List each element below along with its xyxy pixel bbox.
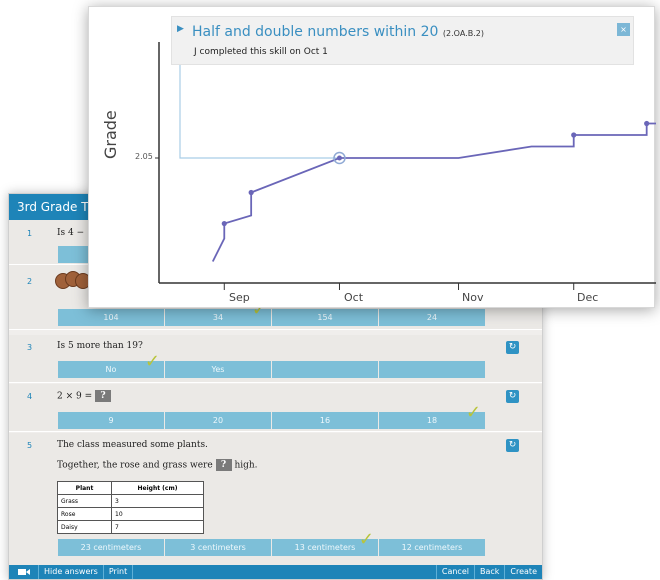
- question-text-part: 2 × 9 =: [57, 391, 95, 402]
- question-number: 1: [27, 229, 33, 238]
- question-text-line2: Together, the rose and grass were ? high…: [57, 459, 258, 471]
- answer-label: 154: [317, 313, 333, 322]
- question-text: The class measured some plants.: [57, 440, 208, 450]
- answer-button[interactable]: 16: [272, 412, 378, 429]
- answer-label: No: [105, 365, 117, 374]
- table-row: Grass 3: [57, 494, 204, 508]
- y-axis-title: Grade: [101, 110, 120, 159]
- answer-label: 20: [212, 416, 224, 425]
- answer-label: Yes: [211, 365, 225, 374]
- answer-button[interactable]: 12 centimeters: [379, 539, 485, 556]
- data-point: [248, 189, 254, 196]
- answer-button[interactable]: 20: [165, 412, 271, 429]
- answer-row: No ✓ Yes: [58, 353, 485, 378]
- answer-button[interactable]: 154: [272, 309, 378, 326]
- question-number: 5: [27, 441, 33, 450]
- print-button[interactable]: Print: [104, 565, 134, 579]
- checkmark-icon: ✓: [144, 351, 160, 372]
- skill-title: Half and double numbers within 20 (2.OA.…: [192, 24, 484, 40]
- question-row: 4 2 × 9 = ? ↻ 9 20 16 18 ✓: [9, 384, 542, 432]
- x-tick-label: Sep: [229, 291, 250, 304]
- answer-row: 9 20 16 18 ✓: [58, 404, 485, 429]
- answer-label: 16: [319, 416, 331, 425]
- data-point: [221, 220, 227, 227]
- question-row: 3 Is 5 more than 19? ↻ No ✓ Yes: [9, 335, 542, 383]
- answer-label: 12 centimeters: [401, 543, 463, 552]
- answer-label: 104: [103, 313, 119, 322]
- question-text: 2 × 9 = ?: [57, 390, 111, 402]
- table-header-row: Plant Height (cm): [57, 481, 204, 495]
- hide-answers-button[interactable]: Hide answers: [39, 565, 104, 579]
- table-cell: Daisy: [57, 520, 112, 534]
- answer-label: 18: [426, 416, 438, 425]
- highlighted-point: [336, 155, 342, 161]
- table-row: Daisy 7: [57, 520, 204, 534]
- x-tick-label: Dec: [577, 291, 599, 304]
- blank-box: ?: [215, 459, 232, 471]
- answer-button[interactable]: 9: [58, 412, 164, 429]
- answer-button[interactable]: Yes: [165, 361, 271, 378]
- answer-button[interactable]: No ✓: [58, 353, 164, 378]
- answer-row: 104 34 ✓ 154 24: [58, 301, 485, 326]
- data-point: [571, 132, 577, 138]
- question-text-part: Together, the rose and grass were: [57, 460, 213, 471]
- cancel-button[interactable]: Cancel: [435, 565, 474, 579]
- answer-label: 9: [108, 416, 114, 425]
- create-button[interactable]: Create: [504, 565, 542, 579]
- skill-completed-text: J completed this skill on Oct 1: [194, 47, 328, 57]
- blank-box: ?: [94, 390, 111, 402]
- answer-button[interactable]: 34 ✓: [165, 301, 271, 326]
- answer-label: 34: [212, 313, 224, 322]
- answer-button[interactable]: 18 ✓: [379, 404, 485, 429]
- answer-row: 23 centimeters 3 centimeters 13 centimet…: [58, 531, 485, 556]
- question-text: Is 5 more than 19?: [57, 341, 143, 351]
- worksheet-footer: Hide answers Print Cancel Back Create: [9, 565, 542, 579]
- question-row: 5 The class measured some plants. Togeth…: [9, 433, 542, 567]
- answer-label: 3 centimeters: [190, 543, 246, 552]
- table-cell: 3: [111, 494, 204, 508]
- answer-button[interactable]: [272, 361, 378, 378]
- data-point: [644, 120, 650, 127]
- question-number: 4: [27, 392, 33, 401]
- plant-height-table: Plant Height (cm) Grass 3 Rose 10 Daisy …: [57, 481, 204, 534]
- answer-button[interactable]: 104: [58, 309, 164, 326]
- checkmark-icon: ✓: [465, 402, 481, 423]
- refresh-icon[interactable]: ↻: [506, 439, 519, 452]
- question-number: 2: [27, 277, 33, 286]
- back-button[interactable]: Back: [473, 565, 504, 579]
- table-row: Rose 10: [57, 507, 204, 521]
- x-tick-label: Nov: [462, 291, 484, 304]
- table-cell: Grass: [57, 494, 112, 508]
- answer-button[interactable]: 3 centimeters: [165, 539, 271, 556]
- grade-line: [211, 122, 656, 262]
- x-tick-label: Oct: [344, 291, 364, 304]
- refresh-icon[interactable]: ↻: [506, 390, 519, 403]
- skill-code: (2.OA.B.2): [442, 29, 484, 38]
- y-tick-label: 2.05: [135, 152, 153, 161]
- table-cell: Rose: [57, 507, 112, 521]
- question-text-part: high.: [234, 460, 258, 471]
- answer-button[interactable]: 24: [379, 309, 485, 326]
- answer-button[interactable]: 23 centimeters: [58, 539, 164, 556]
- answer-button[interactable]: [379, 361, 485, 378]
- table-cell: 10: [111, 507, 204, 521]
- refresh-icon[interactable]: ↻: [506, 341, 519, 354]
- footer-actions: Cancel Back Create: [435, 565, 542, 579]
- skill-tooltip: ▶ Half and double numbers within 20 (2.O…: [171, 16, 634, 65]
- close-icon[interactable]: ×: [617, 23, 630, 36]
- question-number: 3: [27, 343, 33, 352]
- answer-label: 13 centimeters: [294, 543, 356, 552]
- question-text: Is 4 −: [57, 228, 85, 238]
- table-header: Plant: [57, 481, 112, 495]
- checkmark-icon: ✓: [358, 529, 374, 550]
- table-header: Height (cm): [111, 481, 204, 495]
- video-camera-icon[interactable]: [9, 565, 39, 579]
- triangle-right-icon[interactable]: ▶: [177, 24, 184, 34]
- answer-button[interactable]: 13 centimeters ✓: [272, 531, 378, 556]
- answer-label: 23 centimeters: [80, 543, 142, 552]
- table-cell: 7: [111, 520, 204, 534]
- answer-label: 24: [426, 313, 438, 322]
- skill-name: Half and double numbers within 20: [192, 24, 439, 40]
- grade-chart-window: Grade 2.05 Sep Oct Nov Dec ▶ Half and do…: [88, 6, 656, 308]
